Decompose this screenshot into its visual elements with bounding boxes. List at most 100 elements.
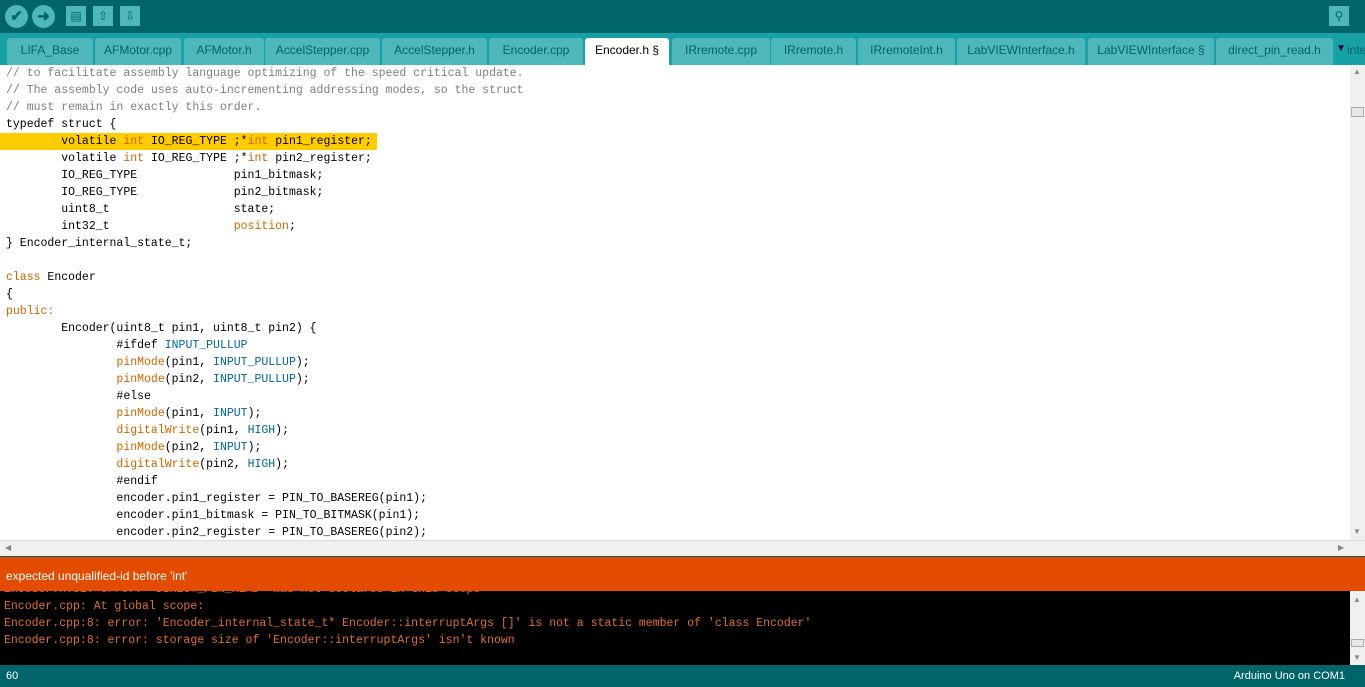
code-token: HIGH bbox=[247, 424, 276, 437]
code-token: (pin1, bbox=[164, 356, 214, 369]
tab[interactable]: inte bbox=[1347, 38, 1365, 65]
code-token: ); bbox=[247, 407, 262, 420]
tab[interactable]: IRremote.cpp bbox=[672, 38, 770, 65]
editor-horizontal-scrollbar[interactable]: ◀ ▶ bbox=[0, 540, 1365, 556]
new-button[interactable]: ▤ bbox=[66, 6, 86, 26]
tab[interactable]: LabVIEWInterface.h bbox=[957, 38, 1085, 65]
code-line: #else bbox=[0, 388, 1350, 405]
serial-monitor-button[interactable]: ⚲ bbox=[1329, 6, 1349, 26]
code-line: encoder.pin1_register = PIN_TO_BASEREG(p… bbox=[0, 490, 1350, 507]
scroll-up-icon[interactable]: ▲ bbox=[1353, 595, 1361, 604]
code-line: // The assembly code uses auto-increment… bbox=[0, 82, 1350, 99]
code-token: public: bbox=[6, 305, 55, 318]
tab[interactable]: IRremoteInt.h bbox=[858, 38, 955, 65]
line-number: 60 bbox=[6, 670, 19, 682]
tab[interactable]: LIFA_Base bbox=[7, 38, 93, 65]
code-token: // to facilitate assembly language optim… bbox=[6, 67, 524, 80]
tab[interactable]: AFMotor.h bbox=[184, 38, 264, 65]
code-line: Encoder(uint8_t pin1, uint8_t pin2) { bbox=[0, 320, 1350, 337]
tab[interactable]: IRremote.h bbox=[771, 38, 856, 65]
toolbar: ✔ ➜ ▤ ⇧ ⇩ ⚲ bbox=[0, 0, 1365, 33]
code-line: } Encoder_internal_state_t; bbox=[0, 235, 1350, 252]
code-token: { bbox=[6, 288, 13, 301]
code-token: digitalWrite bbox=[116, 458, 200, 471]
scroll-down-icon[interactable]: ▼ bbox=[1353, 653, 1361, 662]
code-line: digitalWrite(pin1, HIGH); bbox=[0, 422, 1350, 439]
upload-icon: ➜ bbox=[37, 8, 50, 25]
code-line: volatile int IO_REG_TYPE ;*int pin1_regi… bbox=[0, 133, 377, 150]
code-token: IO_REG_TYPE pin1_bitmask; bbox=[6, 169, 324, 182]
code-token: INPUT bbox=[213, 441, 248, 454]
code-token: HIGH bbox=[247, 458, 276, 471]
upload-button[interactable]: ➜ bbox=[32, 5, 55, 28]
code-token: #else bbox=[6, 390, 151, 403]
status-bar: 60 Arduino Uno on COM1 bbox=[0, 665, 1365, 685]
code-token: // must remain in exactly this order. bbox=[6, 101, 262, 114]
tab[interactable]: Encoder.cpp bbox=[489, 38, 583, 65]
scroll-left-icon[interactable]: ◀ bbox=[5, 543, 11, 552]
code-line: pinMode(pin2, INPUT_PULLUP); bbox=[0, 371, 1350, 388]
scroll-right-icon[interactable]: ▶ bbox=[1338, 543, 1344, 552]
code-token: (pin2, bbox=[164, 373, 214, 386]
code-line: encoder.pin1_bitmask = PIN_TO_BITMASK(pi… bbox=[0, 507, 1350, 524]
code-token: // The assembly code uses auto-increment… bbox=[6, 84, 524, 97]
scroll-down-icon[interactable]: ▼ bbox=[1353, 527, 1361, 536]
code-token: INPUT_PULLUP bbox=[213, 373, 296, 386]
code-token: INPUT_PULLUP bbox=[164, 339, 248, 352]
code-token: digitalWrite bbox=[116, 424, 200, 437]
code-token: Encoder(uint8_t pin1, uint8_t pin2) { bbox=[6, 322, 317, 335]
new-icon: ▤ bbox=[70, 9, 82, 23]
code-token: int bbox=[123, 152, 145, 165]
code-line: // must remain in exactly this order. bbox=[0, 99, 1350, 116]
code-token: pinMode bbox=[116, 441, 165, 454]
console-output[interactable]: Encoder.h:51: error: 'DIRECT_PIN_READ' w… bbox=[0, 591, 1350, 665]
code-token: volatile bbox=[6, 152, 124, 165]
code-line: IO_REG_TYPE pin2_bitmask; bbox=[0, 184, 1350, 201]
tab[interactable]: direct_pin_read.h bbox=[1216, 38, 1333, 65]
scroll-thumb[interactable] bbox=[1351, 107, 1364, 117]
code-token: class bbox=[6, 271, 41, 284]
tab[interactable]: Encoder.h § bbox=[585, 38, 669, 65]
board-port: Arduino Uno on COM1 bbox=[1233, 670, 1345, 682]
tab[interactable]: LabVIEWInterface § bbox=[1088, 38, 1214, 65]
magnifier-icon: ⚲ bbox=[1334, 9, 1344, 23]
code-token: #ifdef bbox=[6, 339, 165, 352]
code-line: { bbox=[0, 286, 1350, 303]
code-line: pinMode(pin1, INPUT_PULLUP); bbox=[0, 354, 1350, 371]
tab[interactable]: AccelStepper.h bbox=[382, 38, 487, 65]
scroll-thumb[interactable] bbox=[1351, 639, 1364, 647]
code-token: (pin2, bbox=[199, 458, 248, 471]
tab[interactable]: AFMotor.cpp bbox=[95, 38, 181, 65]
tab-strip: LIFA_Base AFMotor.cpp AFMotor.h AccelSteppe… bbox=[0, 33, 1365, 65]
tab-menu-icon[interactable]: ▼ bbox=[1336, 43, 1346, 54]
console-scrollbar[interactable]: ▲ ▼ bbox=[1350, 591, 1365, 665]
code-editor[interactable]: // to facilitate assembly language optim… bbox=[0, 65, 1350, 540]
code-token: int bbox=[247, 135, 269, 148]
code-token: ); bbox=[275, 424, 289, 437]
console-line: Encoder.cpp:8: error: 'Encoder_internal_… bbox=[4, 617, 812, 630]
code-token: IO_REG_TYPE ;* bbox=[144, 135, 248, 148]
open-button[interactable]: ⇧ bbox=[93, 6, 113, 26]
code-token: INPUT bbox=[213, 407, 248, 420]
code-token: ); bbox=[295, 373, 310, 386]
code-line: class Encoder bbox=[0, 269, 1350, 286]
editor-vertical-scrollbar[interactable]: ▲ ▼ bbox=[1350, 65, 1365, 540]
code-token: pinMode bbox=[116, 356, 165, 369]
code-line: int32_t position; bbox=[0, 218, 1350, 235]
console-line: Encoder.cpp:8: error: storage size of 'E… bbox=[4, 634, 515, 647]
code-token: Encoder bbox=[40, 271, 96, 284]
verify-button[interactable]: ✔ bbox=[5, 5, 28, 28]
code-line: encoder.pin2_register = PIN_TO_BASEREG(p… bbox=[0, 524, 1350, 540]
scroll-up-icon[interactable]: ▲ bbox=[1353, 67, 1361, 76]
code-token: encoder.pin1_register = PIN_TO_BASEREG(p… bbox=[6, 492, 427, 505]
save-button[interactable]: ⇩ bbox=[120, 6, 140, 26]
code-token: } Encoder_internal_state_t; bbox=[6, 237, 193, 250]
tab[interactable]: AccelStepper.cpp bbox=[265, 38, 380, 65]
open-icon: ⇧ bbox=[97, 9, 109, 23]
code-token: volatile bbox=[6, 135, 124, 148]
code-line: typedef struct { bbox=[0, 116, 1350, 133]
